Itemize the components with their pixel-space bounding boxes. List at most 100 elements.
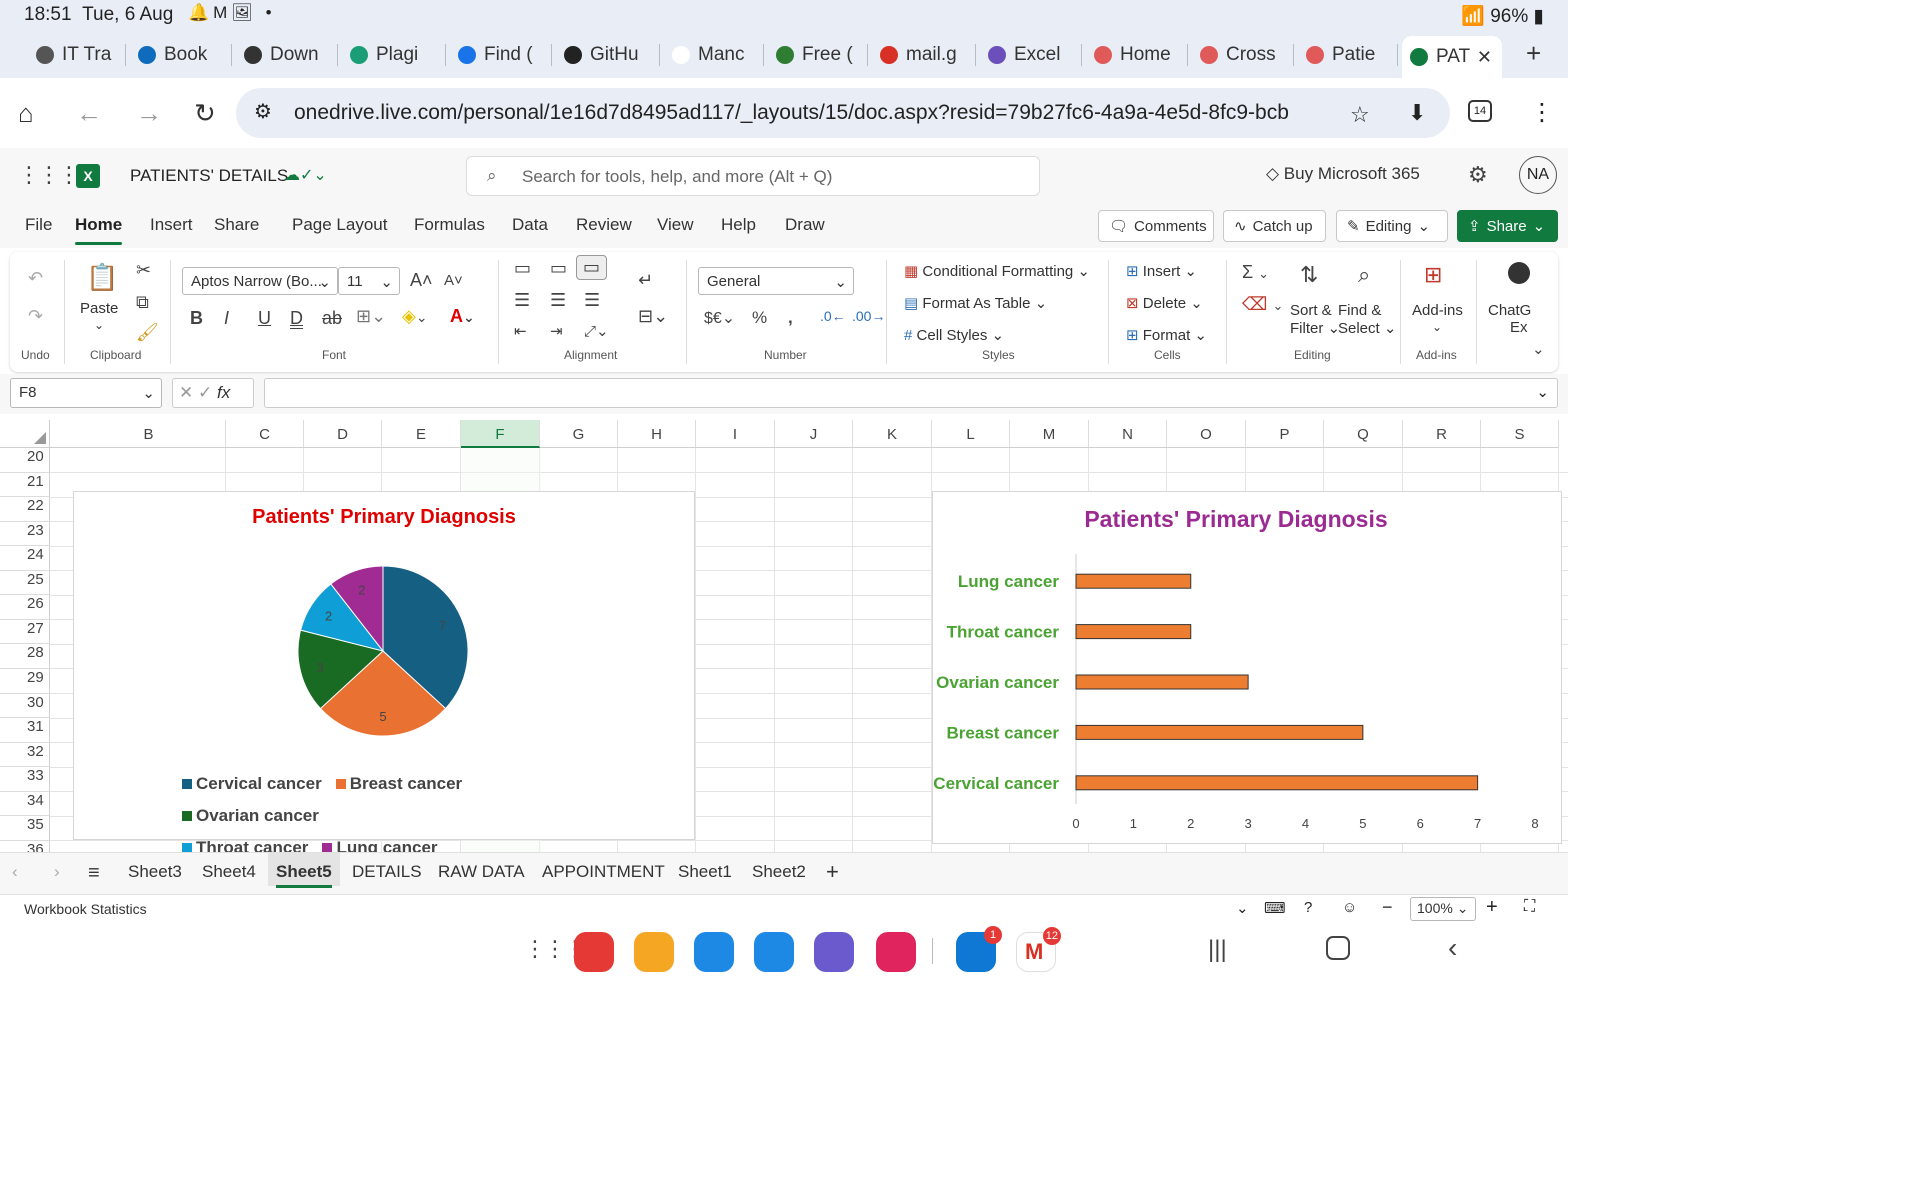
prev-sheet-icon[interactable]: ‹ [12,862,18,882]
bar[interactable] [1075,624,1192,640]
menu-insert[interactable]: Insert [150,215,193,235]
delete-cells-button[interactable]: ⊠ Delete ⌄ [1126,294,1203,312]
row-header[interactable]: 27 [0,619,50,645]
sheet-tab[interactable]: Sheet1 [678,862,732,882]
catch-up-button[interactable]: ∿ Catch up [1223,210,1326,242]
row-header[interactable]: 35 [0,816,50,841]
pie-chart[interactable]: Patients' Primary Diagnosis 75322 Cervic… [73,491,695,852]
app-messages-icon[interactable] [754,932,794,972]
row-header[interactable]: 34 [0,791,50,817]
sheet-tab[interactable]: Sheet4 [202,862,256,882]
paste-icon[interactable]: 📋 [86,262,118,293]
column-header[interactable]: F [461,420,540,448]
find-select-button[interactable]: Find & Select ⌄ [1338,302,1396,337]
sheet-tab[interactable]: DETAILS [352,862,422,882]
app-gmail-icon[interactable]: M 12 [1016,927,1061,972]
reload-icon[interactable]: ↻ [194,98,216,129]
expand-formula-icon[interactable]: ⌄ [1536,383,1549,401]
avatar[interactable]: NA [1519,156,1557,194]
spreadsheet-grid[interactable]: BCDEFGHIJKLMNOPQRS 20 21 22 23 24 25 26 27 28 29 3… [0,420,1568,852]
more-menu-icon[interactable]: ⋮ [1530,98,1554,127]
legend-item[interactable]: Cervical cancer [182,774,322,794]
new-tab-icon[interactable]: + [1526,38,1541,69]
browser-tab[interactable]: Plagi [342,38,446,72]
bar[interactable] [1075,724,1364,740]
app-red-icon[interactable] [574,932,614,972]
sheet-tab[interactable]: APPOINTMENT [542,862,665,882]
column-header[interactable]: J [775,420,853,448]
recents-icon[interactable]: ||| [1208,936,1227,964]
column-header[interactable]: I [696,420,775,448]
row-header[interactable]: 21 [0,472,50,498]
all-sheets-menu-icon[interactable]: ≡ [88,862,100,885]
help-icon[interactable]: ? [1304,899,1312,916]
browser-tab[interactable]: Down [236,38,338,72]
align-right-icon[interactable]: ☰ [584,290,600,311]
browser-tab[interactable]: Patie [1298,38,1398,72]
align-top-icon[interactable]: ▭ [514,258,531,279]
share-button[interactable]: ⇪ Share ⌄ [1457,210,1558,242]
row-header[interactable]: 26 [0,595,50,620]
chevron-down-icon[interactable]: ⌄ [1236,899,1249,917]
orientation-icon[interactable]: ⤢⌄ [584,322,609,340]
align-bottom-icon[interactable]: ▭ [576,255,608,280]
app-calendar-icon[interactable] [694,932,734,972]
align-center-icon[interactable]: ☰ [550,290,566,311]
increase-indent-icon[interactable]: ⇥ [550,322,563,340]
menu-formulas[interactable]: Formulas [414,215,485,235]
bar[interactable] [1075,775,1479,791]
chevron-down-icon[interactable]: ⌄ [1432,320,1442,334]
menu-share[interactable]: Share [214,215,259,235]
decrease-font-size-icon[interactable]: A˅ [444,272,463,289]
enter-icon[interactable]: ✓ [198,383,212,402]
strikethrough-icon[interactable]: ab [322,308,342,329]
font-color-icon[interactable]: A⌄ [450,306,475,327]
menu-review[interactable]: Review [576,215,632,235]
select-all-corner[interactable] [0,420,50,448]
currency-icon[interactable]: $€⌄ [704,308,735,328]
app-launcher-icon[interactable]: ⋮⋮⋮ [18,162,80,188]
increase-font-size-icon[interactable]: A˄ [410,270,433,291]
undo-icon[interactable]: ↶ [28,268,43,289]
sheet-tab[interactable]: Sheet5 [268,853,340,888]
column-header[interactable]: B [72,420,226,448]
menu-page-layout[interactable]: Page Layout [292,215,387,235]
browser-tab[interactable]: Manc [664,38,764,72]
decrease-decimal-icon[interactable]: .00→ [852,308,885,324]
bookmark-star-icon[interactable]: ☆ [1350,102,1370,128]
menu-draw[interactable]: Draw [785,215,825,235]
column-header[interactable]: K [853,420,932,448]
bold-icon[interactable]: B [190,308,203,329]
addins-button[interactable]: Add-ins [1412,302,1463,319]
clear-icon[interactable]: ⌫ ⌄ [1242,294,1283,315]
url-field[interactable]: ⚙ onedrive.live.com/personal/1e16d7d8495… [236,88,1450,138]
fullscreen-icon[interactable]: ⛶ [1524,898,1535,916]
row-header[interactable]: 22 [0,497,50,522]
keyboard-icon[interactable]: ⌨ [1264,899,1286,917]
back-icon[interactable]: ← [76,98,102,129]
format-painter-icon[interactable]: 🖌 [136,322,159,343]
browser-tab[interactable]: Excel [980,38,1082,72]
row-header[interactable]: 24 [0,546,50,571]
sort-filter-button[interactable]: Sort & Filter ⌄ [1290,302,1340,337]
row-header[interactable]: 30 [0,693,50,719]
sheet-tab[interactable]: RAW DATA [438,862,525,882]
column-header[interactable]: H [618,420,696,448]
row-header[interactable]: 29 [0,668,50,694]
column-header[interactable]: P [1246,420,1324,448]
zoom-in-icon[interactable]: + [1486,896,1498,919]
row-header[interactable]: 32 [0,742,50,768]
column-header[interactable]: D [304,420,382,448]
insert-function-icon[interactable]: fx [217,383,230,402]
row-header[interactable]: 36 [0,840,50,852]
editing-mode-button[interactable]: ✎ Editing ⌄ [1336,210,1448,242]
document-title[interactable]: PATIENTS' DETAILS [130,166,288,186]
double-underline-icon[interactable]: D [290,308,303,329]
underline-icon[interactable]: U [258,308,271,329]
browser-tab[interactable]: mail.g [872,38,976,72]
increase-decimal-icon[interactable]: .0← [820,308,846,324]
next-sheet-icon[interactable]: › [54,862,60,882]
legend-item[interactable]: Breast cancer [335,774,462,794]
column-header[interactable]: C [226,420,304,448]
add-sheet-icon[interactable]: + [826,859,839,885]
